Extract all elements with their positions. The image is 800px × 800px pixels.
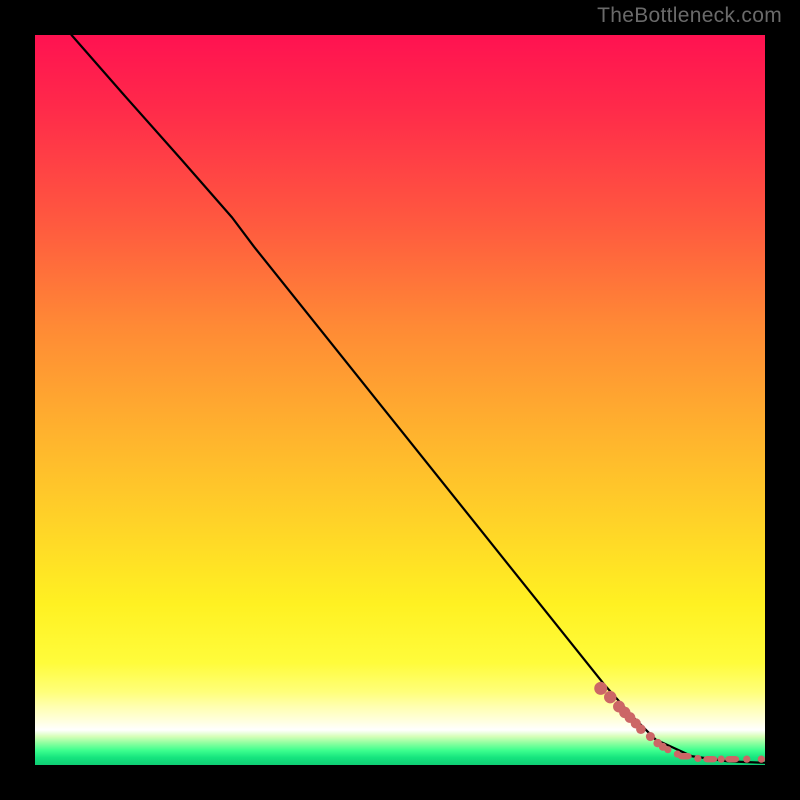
chart-frame: TheBottleneck.com — [0, 0, 800, 800]
red-dash — [678, 753, 692, 759]
red-dot — [694, 755, 701, 762]
red-dot — [743, 756, 750, 763]
red-dash — [725, 756, 739, 762]
chart-overlay — [35, 35, 765, 765]
red-dot — [604, 691, 616, 703]
red-dot — [664, 746, 671, 753]
red-dash — [703, 756, 717, 762]
red-dot — [718, 756, 725, 763]
red-dot — [758, 756, 765, 763]
red-dot — [636, 724, 646, 734]
red-dot — [594, 682, 607, 695]
plot-area — [35, 35, 765, 765]
watermark-text: TheBottleneck.com — [597, 4, 782, 28]
red-dot — [646, 732, 655, 741]
black-curve — [72, 35, 766, 763]
